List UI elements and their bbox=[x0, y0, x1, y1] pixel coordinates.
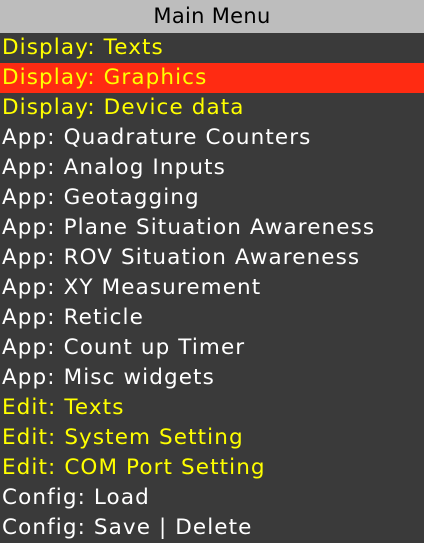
menu-item-app-rov-situation-awareness[interactable]: App: ROV Situation Awareness bbox=[0, 243, 424, 273]
menu-item-edit-texts[interactable]: Edit: Texts bbox=[0, 393, 424, 423]
menu-item-app-geotagging[interactable]: App: Geotagging bbox=[0, 183, 424, 213]
menu-item-display-graphics[interactable]: Display: Graphics bbox=[0, 63, 424, 93]
menu-item-app-quadrature-counters[interactable]: App: Quadrature Counters bbox=[0, 123, 424, 153]
menu-item-app-reticle[interactable]: App: Reticle bbox=[0, 303, 424, 333]
menu-item-config-save-delete[interactable]: Config: Save | Delete bbox=[0, 513, 424, 543]
menu-item-app-misc-widgets[interactable]: App: Misc widgets bbox=[0, 363, 424, 393]
main-menu: Main Menu Display: Texts Display: Graphi… bbox=[0, 0, 424, 543]
menu-item-config-load[interactable]: Config: Load bbox=[0, 483, 424, 513]
menu-item-edit-com-port-setting[interactable]: Edit: COM Port Setting bbox=[0, 453, 424, 483]
menu-item-edit-system-setting[interactable]: Edit: System Setting bbox=[0, 423, 424, 453]
menu-item-app-count-up-timer[interactable]: App: Count up Timer bbox=[0, 333, 424, 363]
menu-item-app-xy-measurement[interactable]: App: XY Measurement bbox=[0, 273, 424, 303]
menu-item-app-plane-situation-awareness[interactable]: App: Plane Situation Awareness bbox=[0, 213, 424, 243]
menu-list: Display: Texts Display: Graphics Display… bbox=[0, 33, 424, 543]
menu-item-app-analog-inputs[interactable]: App: Analog Inputs bbox=[0, 153, 424, 183]
menu-item-display-device-data[interactable]: Display: Device data bbox=[0, 93, 424, 123]
menu-title: Main Menu bbox=[0, 0, 424, 33]
menu-item-display-texts[interactable]: Display: Texts bbox=[0, 33, 424, 63]
